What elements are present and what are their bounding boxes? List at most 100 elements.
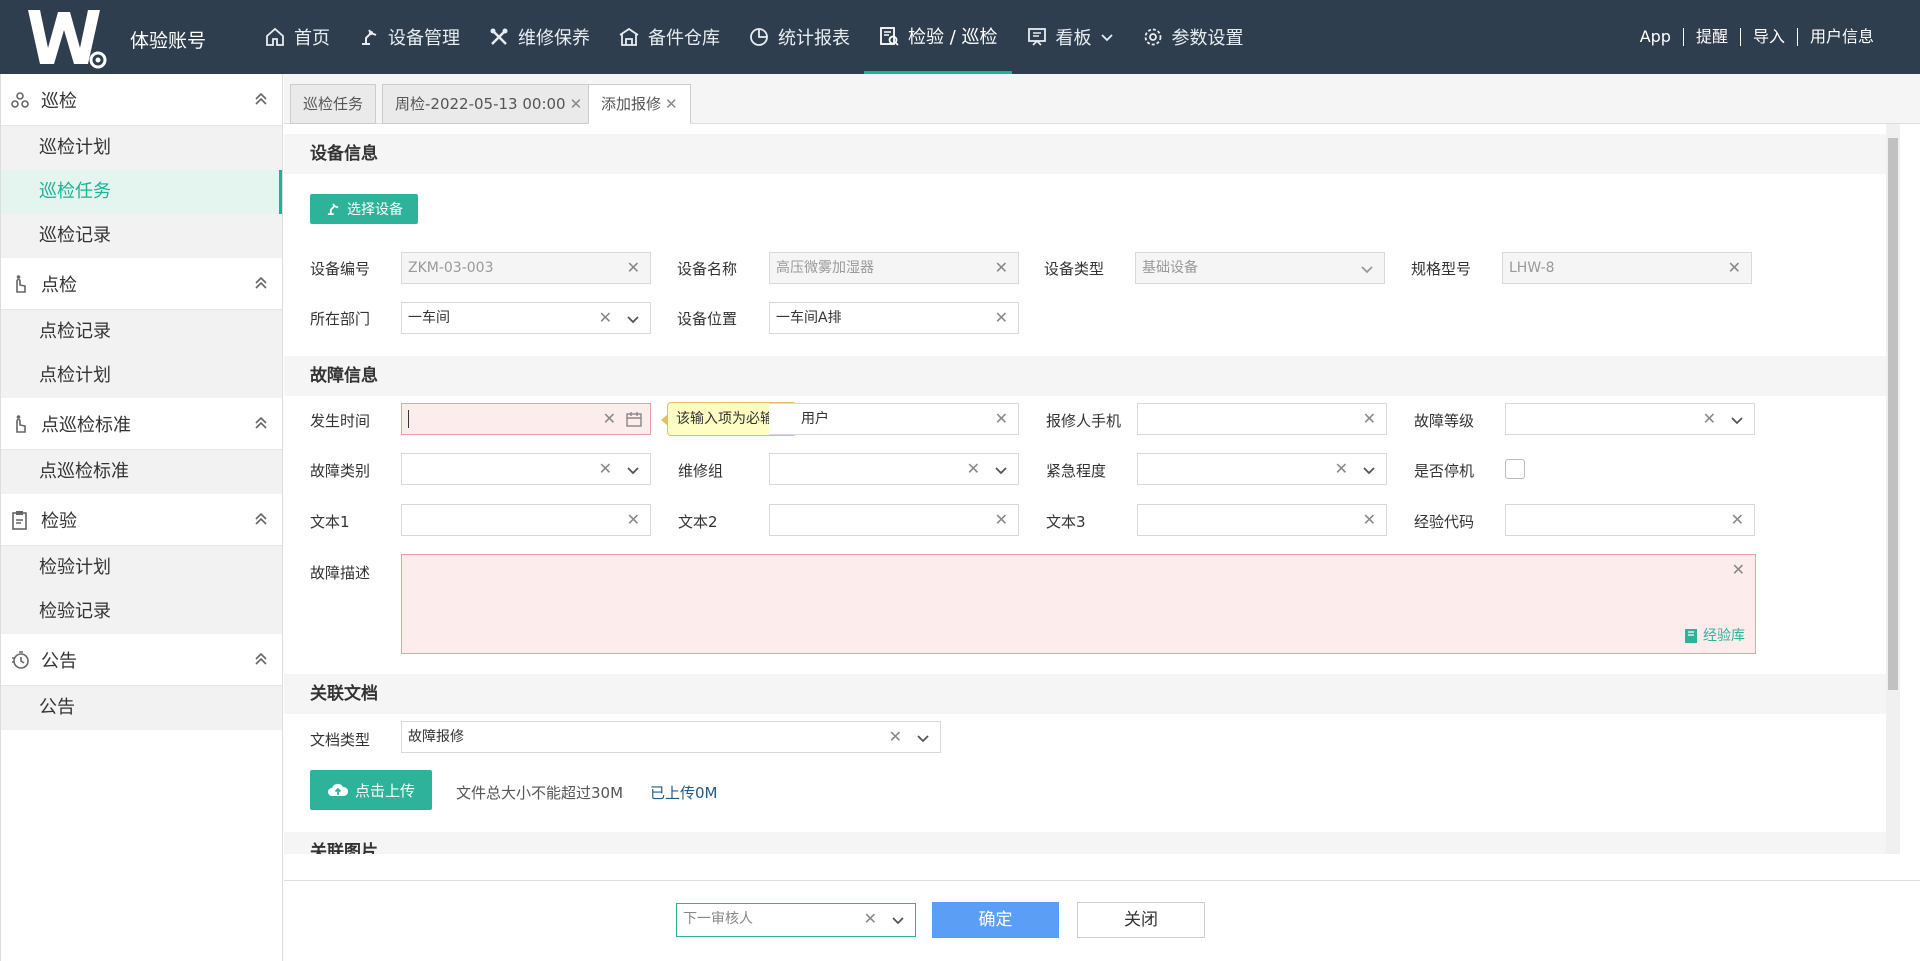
clear-icon[interactable]: ✕ [1363, 505, 1376, 535]
app-link[interactable]: App [1628, 28, 1683, 46]
upload-button[interactable]: 点击上传 [310, 770, 432, 810]
reminder-link[interactable]: 提醒 [1682, 28, 1740, 46]
sidebar-item-notice[interactable]: 公告 [1, 686, 282, 730]
section-title-docs: 关联文档 [284, 674, 1900, 714]
nav-board[interactable]: 看板 [1012, 0, 1128, 74]
next-reviewer-select[interactable]: 下一审核人 ✕ [676, 903, 916, 937]
nav-label: 参数设置 [1171, 28, 1244, 49]
text2-field[interactable]: ✕ [769, 504, 1019, 536]
clear-icon[interactable]: ✕ [627, 505, 640, 535]
exp-code-field[interactable]: ✕ [1505, 504, 1755, 536]
fault-level-label: 故障等级 [1414, 412, 1475, 430]
chevron-up-icon [255, 512, 267, 525]
select-device-button[interactable]: 选择设备 [310, 194, 418, 224]
calendar-icon[interactable] [626, 411, 642, 427]
sidebar-item-patrol-task[interactable]: 巡检任务 [1, 170, 282, 214]
sidebar-group-notice[interactable]: 公告 [1, 634, 282, 686]
chevron-down-icon [1731, 417, 1743, 425]
sidebar-item-patrol-record[interactable]: 巡检记录 [1, 214, 282, 258]
tab-patrol-task[interactable]: 巡检任务 [290, 84, 377, 124]
clear-icon[interactable]: ✕ [1728, 253, 1741, 283]
hand-icon [16, 274, 26, 293]
close-icon[interactable]: ✕ [665, 95, 678, 113]
urgency-select[interactable]: ✕ [1137, 453, 1387, 485]
clear-icon[interactable]: ✕ [599, 454, 612, 484]
scrollbar-thumb[interactable] [1888, 138, 1898, 690]
sidebar-group-standard[interactable]: 点巡检标准 [1, 398, 282, 450]
sidebar-item-patrol-plan[interactable]: 巡检计划 [1, 126, 282, 170]
tab-add-repair[interactable]: 添加报修 ✕ [588, 84, 691, 124]
sidebar: 巡检 巡检计划 巡检任务 巡检记录 点检 点检记录 点检计划 点巡检标准 点巡检… [0, 74, 283, 961]
clear-icon[interactable]: ✕ [603, 404, 616, 434]
sidebar-group-spot-check[interactable]: 点检 [1, 258, 282, 310]
doc-type-select[interactable]: 故障报修 ✕ [401, 721, 941, 753]
fault-level-select[interactable]: ✕ [1505, 403, 1755, 435]
device-code-value: ZKM-03-003 [408, 260, 494, 276]
clear-icon[interactable]: ✕ [1335, 454, 1348, 484]
chevron-down-icon [627, 467, 639, 475]
sidebar-group-patrol[interactable]: 巡检 [1, 74, 282, 126]
sidebar-group-label: 点巡检标准 [41, 414, 131, 436]
dept-value: 一车间 [408, 310, 450, 326]
nav-reports[interactable]: 统计报表 [734, 0, 864, 74]
chevron-up-icon [255, 416, 267, 429]
clear-icon[interactable]: ✕ [627, 253, 640, 283]
clear-icon[interactable]: ✕ [995, 253, 1008, 283]
nav-label: 检验 / 巡检 [908, 26, 998, 48]
sidebar-item-spot-record[interactable]: 点检记录 [1, 310, 282, 354]
nav-home[interactable]: 首页 [250, 0, 344, 74]
clear-icon[interactable]: ✕ [995, 303, 1008, 333]
chevron-down-icon [1100, 34, 1113, 42]
clear-icon[interactable]: ✕ [1732, 555, 1745, 585]
main-nav: 首页 设备管理 维修保养 备件仓库 统计报表 检验 / 巡检 看板 参数设置 [250, 0, 1258, 74]
dept-select[interactable]: 一车间 ✕ [401, 302, 651, 334]
reporter-value: 用户 [801, 411, 829, 427]
sidebar-item-spot-plan[interactable]: 点检计划 [1, 354, 282, 398]
clear-icon[interactable]: ✕ [599, 303, 612, 333]
phone-field[interactable]: ✕ [1137, 403, 1387, 435]
nav-inspection[interactable]: 检验 / 巡检 [864, 0, 1012, 74]
confirm-button[interactable]: 确定 [932, 902, 1059, 938]
nav-warehouse[interactable]: 备件仓库 [604, 0, 734, 74]
text1-field[interactable]: ✕ [401, 504, 651, 536]
clear-icon[interactable]: ✕ [1731, 505, 1744, 535]
fault-desc-label: 故障描述 [310, 564, 371, 582]
import-link[interactable]: 导入 [1739, 28, 1797, 46]
clear-icon[interactable]: ✕ [864, 904, 877, 934]
clear-icon[interactable]: ✕ [995, 404, 1008, 434]
gear-icon [1144, 28, 1161, 46]
text1-label: 文本1 [310, 513, 350, 531]
sidebar-group-inspection[interactable]: 检验 [1, 494, 282, 546]
repair-group-label: 维修组 [678, 462, 724, 480]
clear-icon[interactable]: ✕ [1703, 404, 1716, 434]
clear-icon[interactable]: ✕ [995, 505, 1008, 535]
warehouse-icon [619, 27, 639, 46]
fault-desc-textarea[interactable]: ✕ 经验库 [401, 554, 1756, 654]
chevron-down-icon [1363, 467, 1375, 475]
stop-machine-checkbox[interactable] [1505, 459, 1525, 479]
occur-time-field[interactable]: ✕ [401, 403, 651, 435]
nav-equipment[interactable]: 设备管理 [344, 0, 474, 74]
clear-icon[interactable]: ✕ [967, 454, 980, 484]
tab-weekly-check[interactable]: 周检-2022-05-13 00:00 ✕ [382, 84, 596, 124]
nav-maintenance[interactable]: 维修保养 [474, 0, 604, 74]
sidebar-item-standard[interactable]: 点巡检标准 [1, 450, 282, 494]
scrollbar[interactable] [1886, 124, 1900, 854]
repair-group-select[interactable]: ✕ [769, 453, 1019, 485]
reporter-field[interactable]: 用户 ✕ [769, 403, 1019, 435]
sidebar-item-inspection-record[interactable]: 检验记录 [1, 590, 282, 634]
nav-settings[interactable]: 参数设置 [1128, 0, 1258, 74]
location-field[interactable]: 一车间A排 ✕ [769, 302, 1019, 334]
clear-icon[interactable]: ✕ [889, 722, 902, 752]
clear-icon[interactable]: ✕ [1363, 404, 1376, 434]
text3-field[interactable]: ✕ [1137, 504, 1387, 536]
inspect-icon [880, 26, 899, 46]
sidebar-item-inspection-plan[interactable]: 检验计划 [1, 546, 282, 590]
experience-library-link[interactable]: 经验库 [1683, 627, 1745, 645]
fault-category-select[interactable]: ✕ [401, 453, 651, 485]
user-info-link[interactable]: 用户信息 [1796, 28, 1886, 46]
close-button[interactable]: 关闭 [1077, 902, 1205, 938]
footer-bar: 下一审核人 ✕ 确定 关闭 [284, 880, 1920, 961]
device-type-value: 基础设备 [1142, 260, 1198, 276]
close-icon[interactable]: ✕ [570, 95, 583, 113]
